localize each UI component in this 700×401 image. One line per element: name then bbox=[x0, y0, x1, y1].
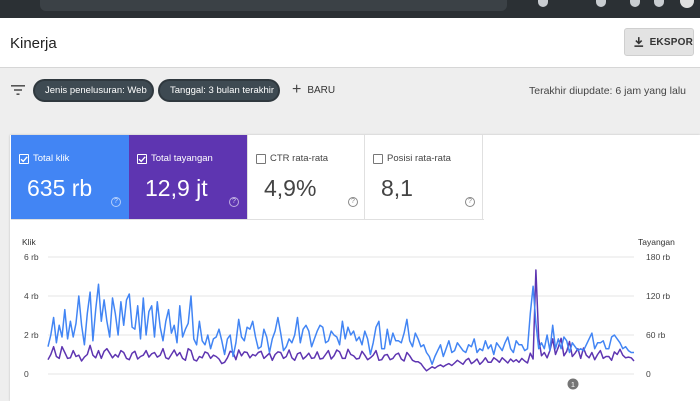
right-tick-label: 120 rb bbox=[646, 291, 670, 301]
right-tick-label: 60 rb bbox=[646, 330, 666, 340]
annotation-marker-label: 1 bbox=[571, 380, 575, 389]
page-header: Kinerja EKSPOR bbox=[0, 18, 700, 68]
chip-label: Tanggal: 3 bulan terakhir bbox=[170, 85, 275, 96]
last-updated-text: Terakhir diupdate: 6 jam yang lalu bbox=[529, 85, 687, 97]
help-icon[interactable] bbox=[538, 0, 548, 7]
metric-card-ctr[interactable]: CTR rata-rata 4,9% ? bbox=[247, 135, 365, 219]
metric-label: Posisi rata-rata bbox=[387, 153, 451, 164]
performance-panel: Total klik 635 rb ? Total tayangan 12,9 … bbox=[10, 135, 700, 401]
left-tick-label: 2 rb bbox=[24, 330, 39, 340]
right-axis-title: Tayangan bbox=[638, 237, 675, 247]
metric-value: 8,1 bbox=[381, 175, 413, 201]
left-tick-label: 4 rb bbox=[24, 291, 39, 301]
performance-chart[interactable]: 6 rb 180 rb 4 rb 120 rb 2 rb 60 rb 0 0 1 bbox=[10, 251, 700, 401]
metric-card-impressions[interactable]: Total tayangan 12,9 jt ? bbox=[129, 135, 247, 219]
notifications-icon[interactable] bbox=[654, 0, 664, 7]
metric-label: Total klik bbox=[33, 153, 70, 164]
export-button[interactable]: EKSPOR bbox=[624, 28, 694, 56]
plus-icon: + bbox=[292, 81, 302, 98]
page-title: Kinerja bbox=[10, 35, 57, 52]
export-label: EKSPOR bbox=[649, 36, 693, 48]
right-tick-label: 0 bbox=[646, 369, 651, 379]
search-box[interactable] bbox=[40, 0, 507, 11]
left-tick-label: 0 bbox=[24, 369, 29, 379]
checkbox-checked-icon bbox=[19, 154, 29, 164]
metric-card-clicks[interactable]: Total klik 635 rb ? bbox=[11, 135, 129, 219]
metric-value: 4,9% bbox=[264, 175, 317, 201]
new-filter-button[interactable]: + BARU bbox=[292, 81, 336, 98]
checkbox-checked-icon bbox=[137, 154, 147, 164]
checkbox-unchecked-icon bbox=[373, 154, 383, 164]
left-tick-label: 6 rb bbox=[24, 252, 39, 262]
download-icon bbox=[634, 37, 644, 47]
chip-label: Jenis penelusuran: Web bbox=[45, 85, 147, 96]
metric-card-position[interactable]: Posisi rata-rata 8,1 ? bbox=[365, 135, 483, 219]
right-tick-label: 180 rb bbox=[646, 252, 670, 262]
metric-label: Total tayangan bbox=[151, 153, 213, 164]
help-icon[interactable]: ? bbox=[348, 197, 358, 207]
checkbox-unchecked-icon bbox=[256, 154, 266, 164]
left-axis-title: Klik bbox=[22, 237, 36, 247]
metric-value: 635 rb bbox=[27, 175, 93, 201]
avatar[interactable] bbox=[680, 0, 694, 8]
settings-icon[interactable] bbox=[596, 0, 606, 7]
help-icon[interactable]: ? bbox=[465, 197, 475, 207]
new-filter-label: BARU bbox=[307, 84, 336, 96]
help-icon[interactable]: ? bbox=[229, 197, 239, 207]
apps-icon[interactable] bbox=[630, 0, 640, 7]
date-chip[interactable]: Tanggal: 3 bulan terakhir bbox=[158, 79, 280, 102]
search-type-chip[interactable]: Jenis penelusuran: Web bbox=[33, 79, 154, 102]
metric-label: CTR rata-rata bbox=[270, 153, 329, 164]
divider bbox=[11, 219, 484, 220]
help-icon[interactable]: ? bbox=[111, 197, 121, 207]
metric-value: 12,9 jt bbox=[145, 175, 208, 201]
app-bar bbox=[0, 0, 700, 18]
filter-icon[interactable] bbox=[11, 84, 25, 96]
filter-bar: Jenis penelusuran: Web Tanggal: 3 bulan … bbox=[0, 69, 700, 113]
